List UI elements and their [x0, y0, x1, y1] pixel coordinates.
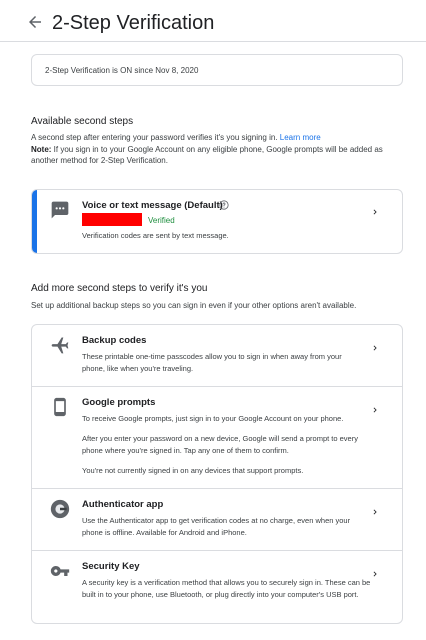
authenticator-icon	[50, 499, 70, 519]
voice-option-title: Voice or text message (Default)	[82, 200, 223, 211]
back-arrow-icon[interactable]	[26, 13, 44, 31]
security-key-description: A security key is a verification method …	[82, 578, 371, 599]
authenticator-option[interactable]: Authenticator app Use the Authenticator …	[32, 489, 402, 551]
more-steps-heading: Add more second steps to verify it's you	[31, 283, 208, 294]
backup-codes-description: These printable one-time passcodes allow…	[82, 352, 342, 373]
chevron-right-icon[interactable]	[370, 569, 380, 579]
chevron-right-icon[interactable]	[370, 207, 380, 217]
redacted-phone-number	[82, 213, 142, 226]
google-prompts-description-2: After you enter your password on a new d…	[82, 434, 358, 455]
chevron-right-icon[interactable]	[370, 507, 380, 517]
more-steps-description: Set up additional backup steps so you ca…	[31, 301, 357, 310]
message-icon	[51, 201, 69, 219]
backup-codes-option[interactable]: Backup codes These printable one-time pa…	[32, 325, 402, 387]
chevron-right-icon[interactable]	[370, 343, 380, 353]
learn-more-link[interactable]: Learn more	[280, 133, 321, 142]
voice-option-description: Verification codes are sent by text mess…	[82, 231, 229, 240]
airplane-icon	[51, 337, 69, 354]
available-steps-description: A second step after entering your passwo…	[31, 132, 403, 167]
options-list: Backup codes These printable one-time pa…	[31, 324, 403, 624]
google-prompts-title: Google prompts	[82, 397, 156, 408]
key-icon	[50, 566, 70, 576]
available-description-text: A second step after entering your passwo…	[31, 133, 278, 142]
authenticator-title: Authenticator app	[82, 499, 164, 510]
google-prompts-description-3: You're not currently signed in on any de…	[82, 466, 304, 475]
app-header: 2-Step Verification	[0, 0, 426, 42]
security-key-title: Security Key	[82, 561, 140, 572]
google-prompts-description-1: To receive Google prompts, just sign in …	[82, 414, 344, 423]
note-label: Note:	[31, 144, 52, 154]
backup-codes-title: Backup codes	[82, 335, 147, 346]
help-icon[interactable]	[219, 200, 229, 210]
chevron-right-icon[interactable]	[370, 405, 380, 415]
verified-badge: Verified	[148, 216, 175, 225]
google-prompts-option[interactable]: Google prompts To receive Google prompts…	[32, 387, 402, 489]
note-text: If you sign in to your Google Account on…	[31, 144, 383, 166]
authenticator-description: Use the Authenticator app to get verific…	[82, 516, 351, 537]
status-card: 2-Step Verification is ON since Nov 8, 2…	[31, 54, 403, 86]
security-key-option[interactable]: Security Key A security key is a verific…	[32, 551, 402, 623]
page-title: 2-Step Verification	[52, 12, 215, 34]
phone-icon	[54, 397, 66, 417]
default-accent-bar	[32, 190, 37, 253]
available-steps-heading: Available second steps	[31, 116, 134, 127]
voice-text-option-card[interactable]: Voice or text message (Default) Verified…	[31, 189, 403, 254]
status-text: 2-Step Verification is ON since Nov 8, 2…	[45, 66, 199, 75]
